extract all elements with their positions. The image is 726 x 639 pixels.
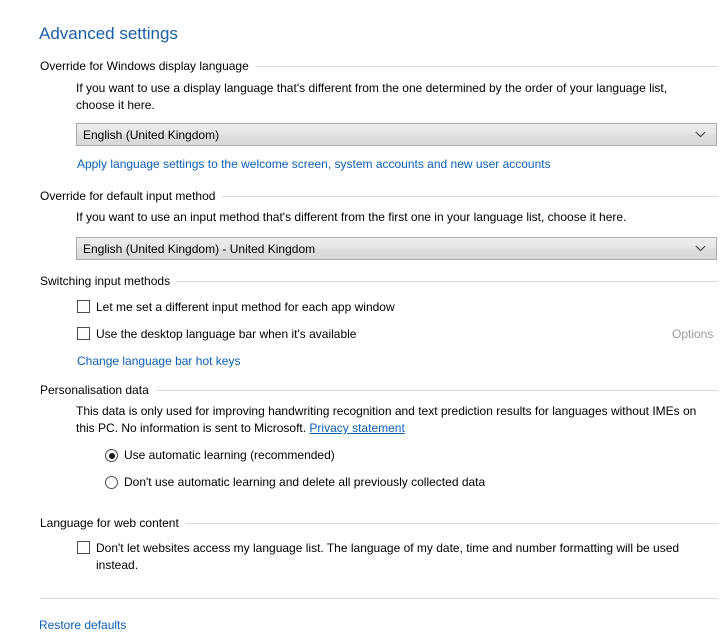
display-language-dropdown[interactable]: English (United Kingdom) [76,123,717,146]
group-header-switching-input-methods-label: Switching input methods [40,274,171,288]
group-header-switching-input-methods: Switching input methods [40,274,718,289]
checkbox-different-input-method-label: Let me set a different input method for … [96,300,395,314]
group-header-rule [255,66,718,67]
group-header-rule [222,196,718,197]
radio-no-automatic-learning-label: Don't use automatic learning and delete … [124,475,486,489]
checkbox-different-input-method[interactable] [77,300,90,313]
chevron-down-icon [690,131,716,138]
group-header-input-method-label: Override for default input method [40,189,216,203]
display-language-description: If you want to use a display language th… [76,81,668,112]
default-input-method-dropdown-value: English (United Kingdom) - United Kingdo… [83,241,316,256]
group-header-rule [185,523,718,524]
personalisation-description: This data is only used for improving han… [76,403,708,437]
radio-row-automatic-learning[interactable]: Use automatic learning (recommended) [105,447,335,464]
chevron-down-icon [690,245,716,252]
group-header-display-language-label: Override for Windows display language [40,59,249,73]
apply-language-settings-link[interactable]: Apply language settings to the welcome s… [77,156,551,172]
input-method-description: If you want to use an input method that'… [76,210,627,224]
group-header-language-for-web-content-label: Language for web content [40,516,179,530]
display-language-dropdown-value: English (United Kingdom) [83,127,220,142]
change-language-bar-hot-keys-link[interactable]: Change language bar hot keys [77,353,240,369]
checkbox-desktop-language-bar-label: Use the desktop language bar when it's a… [96,327,357,341]
radio-no-automatic-learning[interactable] [105,476,118,489]
group-header-rule [177,281,718,282]
checkbox-row-desktop-language-bar[interactable]: Use the desktop language bar when it's a… [77,326,356,343]
page-title: Advanced settings [39,24,178,43]
language-bar-options-link[interactable]: Options [672,326,713,342]
group-header-language-for-web-content: Language for web content [40,516,718,531]
radio-automatic-learning[interactable] [105,449,118,462]
restore-defaults-link[interactable]: Restore defaults [39,617,126,633]
group-header-rule [155,390,718,391]
group-header-display-language: Override for Windows display language [40,59,718,74]
checkbox-block-website-language-access-label: Don't let websites access my language li… [96,541,680,572]
footer-divider [40,598,718,599]
radio-row-no-automatic-learning[interactable]: Don't use automatic learning and delete … [105,474,485,491]
group-header-input-method: Override for default input method [40,189,718,204]
default-input-method-dropdown[interactable]: English (United Kingdom) - United Kingdo… [76,237,717,260]
checkbox-desktop-language-bar[interactable] [77,327,90,340]
checkbox-row-block-website-language-access[interactable]: Don't let websites access my language li… [77,540,702,574]
group-header-personalisation-data-label: Personalisation data [40,383,149,397]
group-header-personalisation-data: Personalisation data [40,383,718,398]
radio-automatic-learning-label: Use automatic learning (recommended) [124,448,335,462]
privacy-statement-link[interactable]: Privacy statement [309,421,404,435]
advanced-settings-page: Advanced settings Override for Windows d… [0,0,726,639]
checkbox-block-website-language-access[interactable] [77,541,90,554]
checkbox-row-different-input-method[interactable]: Let me set a different input method for … [77,299,395,316]
